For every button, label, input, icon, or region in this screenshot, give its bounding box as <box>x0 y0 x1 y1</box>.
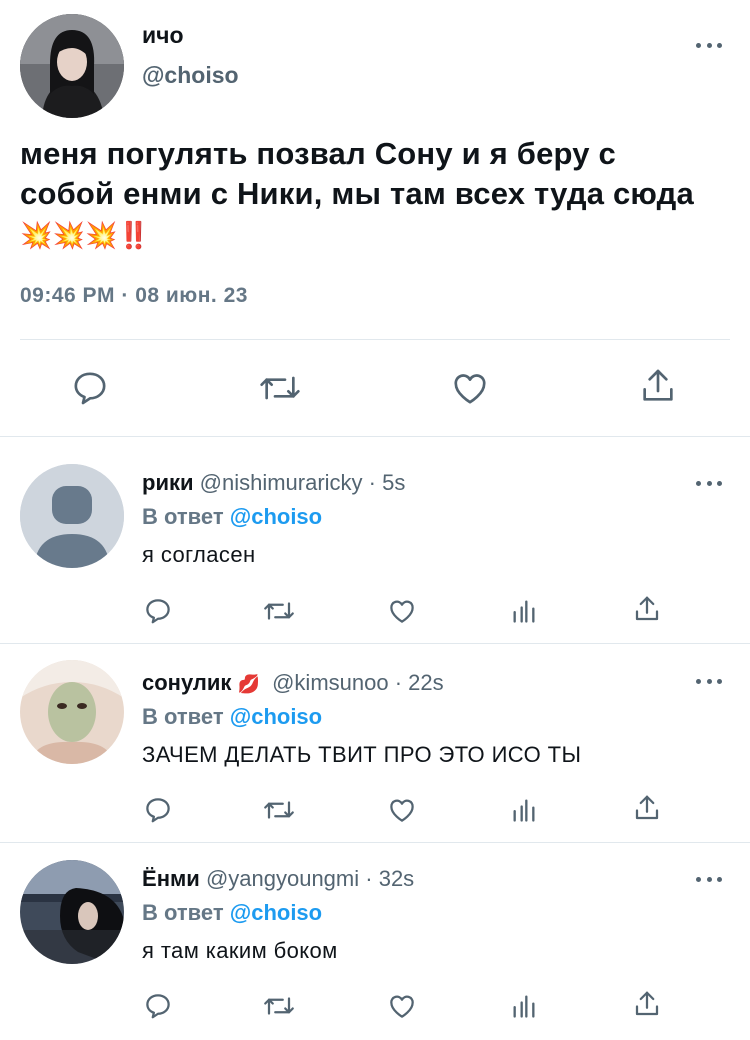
replying-to-mention[interactable]: @choiso <box>230 900 322 925</box>
share-icon[interactable] <box>632 594 662 624</box>
share-icon[interactable] <box>632 989 662 1019</box>
more-icon[interactable] <box>696 40 722 50</box>
divider <box>0 643 750 644</box>
reply-avatar[interactable] <box>20 464 124 568</box>
retweet-icon[interactable] <box>262 596 296 626</box>
like-icon[interactable] <box>386 991 418 1021</box>
retweet-icon[interactable] <box>262 991 296 1021</box>
reply-header: сонулик 💋 @kimsunoo · 22s <box>142 670 444 696</box>
author-name[interactable]: ичо <box>142 22 184 49</box>
default-avatar-icon <box>20 464 124 568</box>
reply-author-handle[interactable]: @nishimuraricky <box>200 470 363 495</box>
reply-time[interactable]: · 32s <box>365 866 414 891</box>
reply-author-handle[interactable]: @kimsunoo <box>272 670 389 695</box>
more-icon[interactable] <box>696 478 722 488</box>
more-icon[interactable] <box>696 676 722 686</box>
reply-text: я там каким боком <box>142 938 338 963</box>
like-icon[interactable] <box>386 596 418 626</box>
replying-to: В ответ @choiso <box>142 900 322 926</box>
reply-header: Ёнми @yangyoungmi · 32s <box>142 866 414 892</box>
share-icon[interactable] <box>638 366 678 406</box>
divider <box>0 842 750 843</box>
author-handle[interactable]: @choiso <box>142 62 239 89</box>
reply-author-handle[interactable]: @yangyoungmi <box>206 866 359 891</box>
divider <box>0 436 750 437</box>
reply-avatar-photo <box>20 860 124 964</box>
name-emoji: 💋 <box>237 674 260 694</box>
author-avatar-photo <box>20 14 124 118</box>
author-avatar[interactable] <box>20 14 124 118</box>
reply-avatar[interactable] <box>20 660 124 764</box>
reply-icon[interactable] <box>70 368 110 408</box>
replying-to-label: В ответ <box>142 504 224 529</box>
like-icon[interactable] <box>386 795 418 825</box>
views-icon[interactable] <box>510 596 538 626</box>
tweet-text-body: меня погулять позвал Сону и я беру с соб… <box>20 136 694 211</box>
tweet-text-emoji: 💥💥💥‼️ <box>20 220 151 250</box>
reply-avatar-photo <box>20 660 124 764</box>
reply-author-name[interactable]: Ёнми <box>142 866 200 891</box>
more-icon[interactable] <box>696 874 722 884</box>
replying-to-label: В ответ <box>142 704 224 729</box>
tweet-text: меня погулять позвал Сону и я беру с соб… <box>20 134 710 255</box>
reply-time[interactable]: · 22s <box>395 670 444 695</box>
retweet-icon[interactable] <box>262 795 296 825</box>
divider <box>20 339 730 340</box>
reply-icon[interactable] <box>143 991 173 1021</box>
views-icon[interactable] <box>510 795 538 825</box>
tweet-timestamp[interactable]: 09:46 PM · 08 июн. 23 <box>20 284 248 308</box>
views-icon[interactable] <box>510 991 538 1021</box>
reply-icon[interactable] <box>143 596 173 626</box>
replying-to-mention[interactable]: @choiso <box>230 504 322 529</box>
reply-text: я согласен <box>142 542 256 567</box>
reply-avatar[interactable] <box>20 860 124 964</box>
share-icon[interactable] <box>632 793 662 823</box>
reply-text: ЗАЧЕМ ДЕЛАТЬ ТВИТ ПРО ЭТО ИСО ТЫ <box>142 742 582 767</box>
reply-icon[interactable] <box>143 795 173 825</box>
like-icon[interactable] <box>450 368 490 408</box>
reply-author-name[interactable]: рики <box>142 470 194 495</box>
reply-author-name[interactable]: сонулик <box>142 670 231 695</box>
replying-to-mention[interactable]: @choiso <box>230 704 322 729</box>
replying-to-label: В ответ <box>142 900 224 925</box>
replying-to: В ответ @choiso <box>142 704 322 730</box>
reply-time[interactable]: · 5s <box>369 470 406 495</box>
reply-header: рики @nishimuraricky · 5s <box>142 470 405 496</box>
retweet-icon[interactable] <box>258 368 302 408</box>
replying-to: В ответ @choiso <box>142 504 322 530</box>
